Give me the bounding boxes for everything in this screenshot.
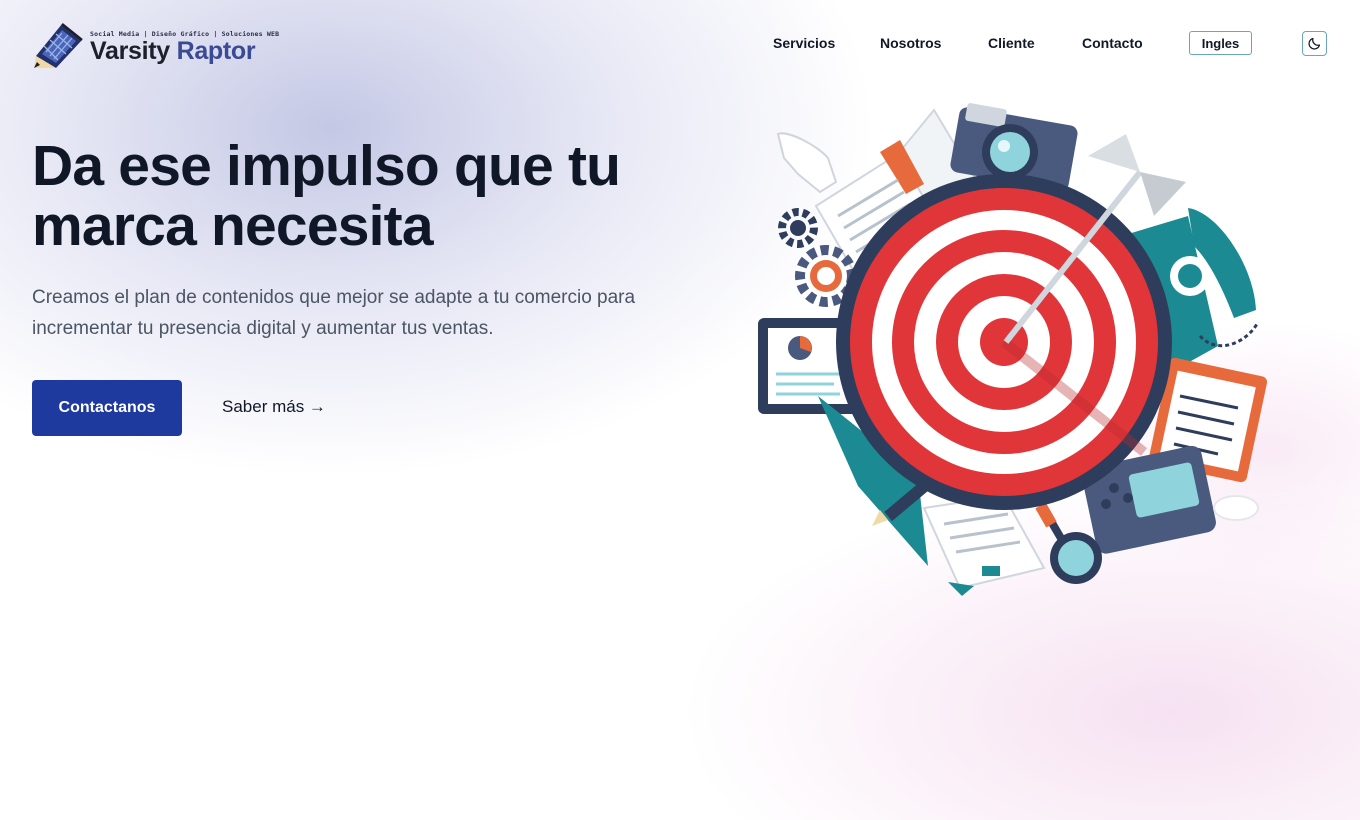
learn-more-link[interactable]: Saber más → <box>222 397 326 417</box>
language-button[interactable]: Ingles <box>1189 31 1252 55</box>
brand-name: Varsity Raptor <box>90 39 290 64</box>
theme-toggle-button[interactable] <box>1302 31 1327 56</box>
hero-subtitle: Creamos el plan de contenidos que mejor … <box>32 287 636 339</box>
nav-link-contacto[interactable]: Contacto <box>1082 33 1143 53</box>
nav-link-cliente[interactable]: Cliente <box>988 33 1035 53</box>
brand-name-part2: Raptor <box>176 37 256 65</box>
contact-button[interactable]: Contactanos <box>32 380 182 436</box>
site-header: Social Media | Diseño Gráfico | Solucion… <box>0 0 1360 88</box>
brand-logo[interactable]: Social Media | Diseño Gráfico | Solucion… <box>32 18 292 74</box>
brand-name-part1: Varsity <box>90 37 170 65</box>
nav-link-servicios[interactable]: Servicios <box>773 33 835 53</box>
target-icon <box>836 174 1172 510</box>
moon-icon <box>1308 37 1321 50</box>
hero-title: Da ese impulso que tu marca necesita <box>32 134 621 258</box>
document-icon <box>922 494 1046 596</box>
target-marketing-illustration <box>758 103 1268 596</box>
pencil-shield-logo-icon <box>34 23 83 68</box>
hand-pointer-icon <box>776 132 838 194</box>
nav-link-nosotros[interactable]: Nosotros <box>880 33 941 53</box>
